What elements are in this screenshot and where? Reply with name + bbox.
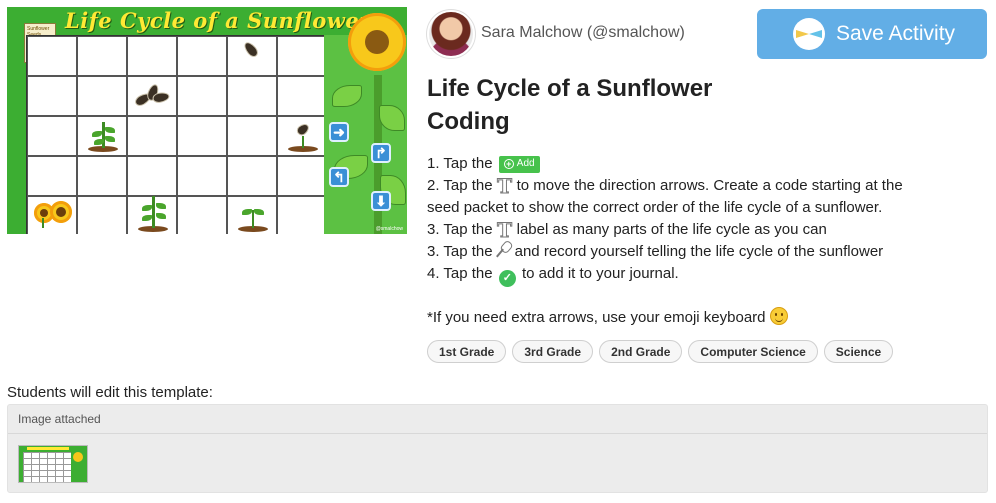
save-activity-button[interactable]: Save Activity [757,9,987,59]
grid-cell-young-plant [77,116,127,156]
step-text: 1. Tap the [427,155,493,172]
grid-cell-germinating-seed [277,116,327,156]
save-activity-label: Save Activity [836,22,956,45]
template-label: Students will edit this template: [7,384,213,401]
activity-instructions: 1. Tap the + Add 2. Tap the Tto move the d… [427,153,927,287]
grid-cell [127,156,177,196]
step-text: 3. Tap the [427,221,493,238]
grid-cell [27,76,77,116]
arrow-down-icon: ⬇ [371,191,391,211]
step-text: to add it to your journal. [521,265,679,282]
grid-cell [177,36,227,76]
checkmark-icon: ✓ [498,269,516,287]
grid-cell [177,196,227,234]
step-text: 2. Tap the [427,177,493,194]
step-text: 3. Tap the [427,243,493,260]
instruction-step-3a: 3. Tap the Tlabel as many parts of the li… [427,219,927,241]
grid-cell [27,36,77,76]
grid-cell [77,76,127,116]
preview-title: Life Cycle of a Sunflower [65,8,371,33]
preview-credit: @smalchow [375,226,403,232]
grid-cell [227,116,277,156]
activity-preview-image[interactable]: Sunflower Seeds Life Cycle of a Sunflowe… [7,7,407,234]
step-text: and record yourself telling the life cyc… [514,243,884,260]
text-tool-icon: T [497,218,513,242]
grid-cell-seeds [127,76,177,116]
microphone-icon [496,241,512,259]
grid-cell [77,156,127,196]
template-box: Image attached [7,404,988,493]
emoji-note-text: *If you need extra arrows, use your emoj… [427,309,766,326]
arrow-turn-right-icon: ↱ [371,143,391,163]
grid-cell-seed [227,36,277,76]
step-text: 4. Tap the [427,265,493,282]
tag-2nd-grade[interactable]: 2nd Grade [599,340,683,363]
tag-3rd-grade[interactable]: 3rd Grade [512,340,594,363]
tag-1st-grade[interactable]: 1st Grade [427,340,507,363]
author-name[interactable]: Sara Malchow (@smalchow) [481,24,685,42]
step-text: label as many parts of the life cycle as… [516,221,827,238]
template-image-thumbnail[interactable] [18,445,88,483]
grid-cell [77,36,127,76]
activity-title: Life Cycle of a Sunflower Coding [427,72,747,138]
attachment-header: Image attached [8,405,987,434]
smiley-emoji-icon [769,307,788,325]
arrow-right-icon: ➜ [329,122,349,142]
author-avatar[interactable] [427,10,475,58]
grid-cell [27,116,77,156]
arrow-turn-left-icon: ↰ [329,167,349,187]
instruction-step-1: 1. Tap the + Add [427,153,927,175]
grid-cell-sprout [227,196,277,234]
grid-cell [277,36,327,76]
grid-cell [277,156,327,196]
emoji-note: *If you need extra arrows, use your emoj… [427,307,788,326]
text-tool-icon: T [497,174,513,198]
grid-cell [227,76,277,116]
activity-title-line-1: Life Cycle of a Sunflower [427,75,713,102]
tag-science[interactable]: Science [823,340,894,363]
tag-list: 1st Grade 3rd Grade 2nd Grade Computer S… [427,340,894,363]
grid-cell [277,196,327,234]
grid-cell [277,76,327,116]
grid-cell [177,76,227,116]
grid-cell [127,116,177,156]
grid-cell-sunflowers [27,196,77,234]
instruction-step-2: 2. Tap the Tto move the direction arrows.… [427,175,927,219]
grid-cell [177,116,227,156]
instruction-step-3b: 3. Tap the and record yourself telling th… [427,241,927,263]
instruction-step-4: 4. Tap the ✓ to add it to your journal. [427,263,927,287]
grid-cell [227,156,277,196]
add-chip-label: Add [516,158,535,169]
grid-cell [127,36,177,76]
grid-cell [177,156,227,196]
grid-cell [77,196,127,234]
seesaw-logo-icon [793,18,825,50]
add-button-icon: + Add [498,155,540,173]
tag-computer-science[interactable]: Computer Science [688,340,818,363]
grid-cell [27,156,77,196]
grid-cell-growing-plant [127,196,177,234]
coding-grid [26,35,327,234]
activity-title-line-2: Coding [427,108,510,135]
